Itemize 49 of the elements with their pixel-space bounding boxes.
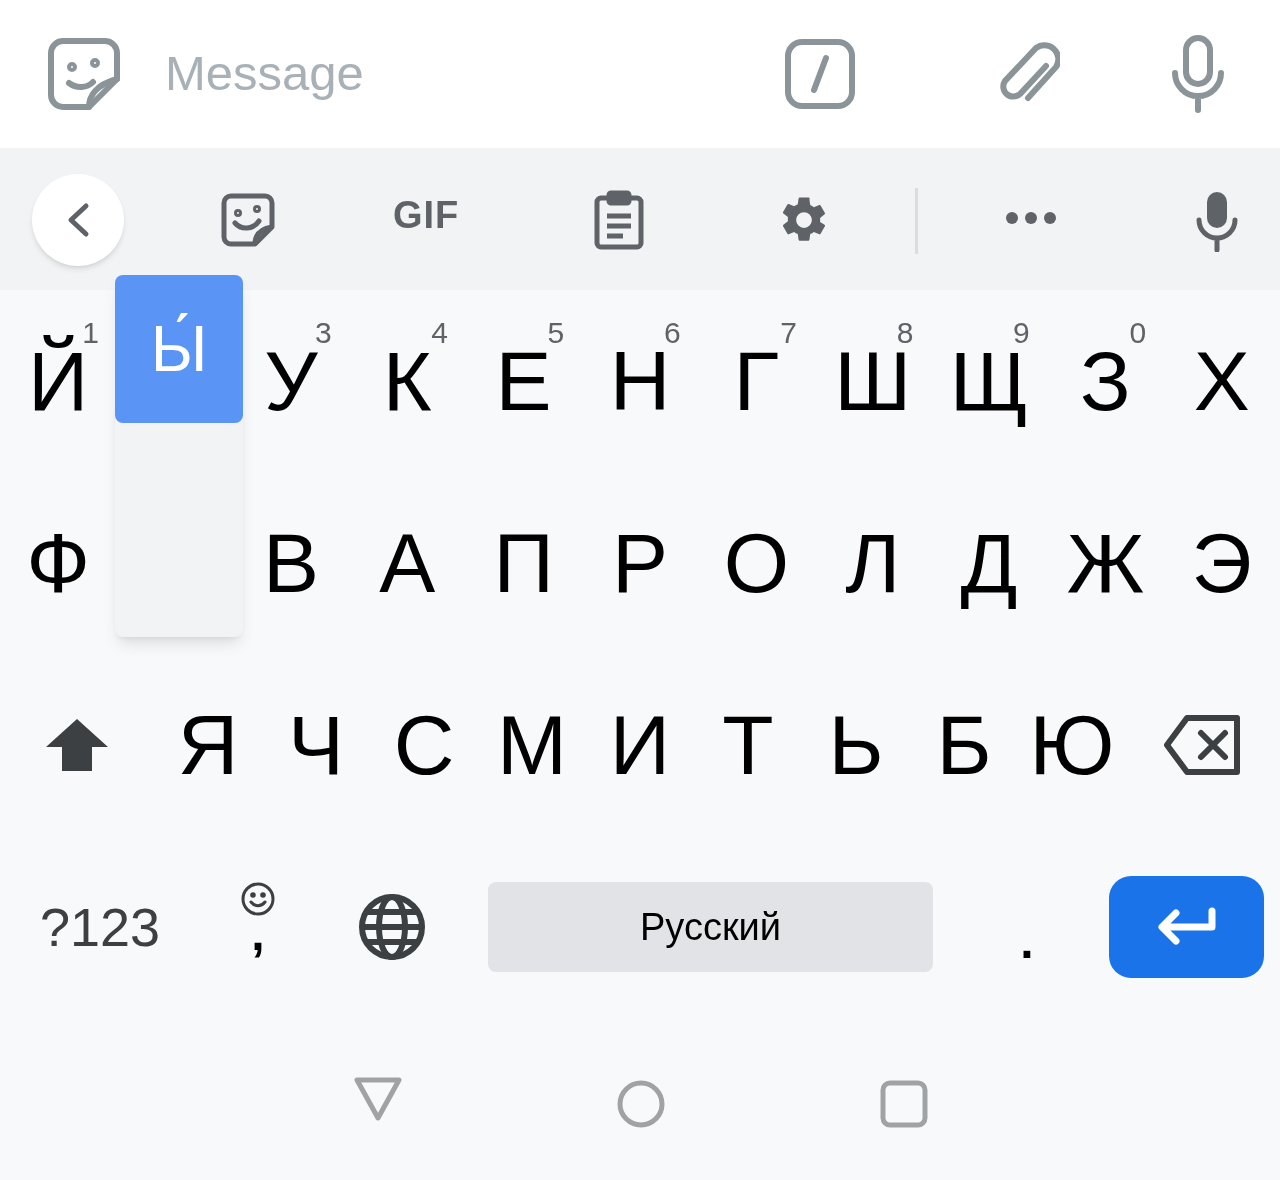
letter-key[interactable]: Ф: [0, 472, 117, 654]
letter-key[interactable]: Ь: [802, 654, 910, 836]
letter-key[interactable]: Д: [930, 472, 1048, 654]
microphone-icon[interactable]: [1170, 35, 1226, 113]
symbols-key[interactable]: ?123: [38, 900, 162, 954]
letter-key[interactable]: Ч: [262, 654, 370, 836]
enter-key[interactable]: [1109, 876, 1264, 978]
letter-key[interactable]: Ю: [1018, 654, 1126, 836]
key-hint: 7: [780, 318, 797, 348]
gif-button[interactable]: GIF: [393, 196, 460, 234]
key-hint: 6: [663, 318, 681, 348]
letter-key[interactable]: В: [232, 472, 350, 654]
letter-key[interactable]: Э: [1163, 472, 1280, 654]
backspace-icon: [1163, 714, 1243, 776]
sticker-icon[interactable]: [47, 37, 121, 111]
slash-command-icon[interactable]: [784, 38, 856, 110]
key-hint: 5: [547, 318, 565, 348]
letter-key[interactable]: А: [349, 472, 466, 654]
letter-key[interactable]: Т: [694, 654, 802, 836]
enter-arrow-icon: [1155, 907, 1218, 947]
letter-key[interactable]: Я: [154, 654, 262, 836]
key-hint: 9: [1013, 318, 1030, 348]
space-bar[interactable]: Русский: [488, 882, 933, 972]
letter-key[interactable]: Л: [814, 472, 931, 654]
clipboard-icon[interactable]: [594, 190, 644, 250]
more-icon[interactable]: [1005, 211, 1057, 225]
key-hint: 0: [1129, 318, 1147, 348]
microphone-icon[interactable]: [1195, 190, 1239, 252]
letter-key[interactable]: Р: [581, 472, 699, 654]
period-key[interactable]: .: [995, 882, 1059, 972]
letter-key[interactable]: Х: [1163, 290, 1280, 472]
language-key[interactable]: [358, 893, 426, 961]
letter-key[interactable]: П: [465, 472, 582, 654]
globe-icon: [358, 893, 426, 961]
key-hint: 3: [314, 318, 332, 348]
letter-key[interactable]: С: [370, 654, 478, 836]
key-hint: 1: [82, 318, 99, 348]
key-hint: 4: [431, 318, 448, 348]
letter-key[interactable]: Ж: [1047, 472, 1164, 654]
smiley-icon: [241, 882, 275, 916]
chevron-left-icon: [66, 202, 90, 238]
comma-key[interactable]: ,: [234, 882, 282, 972]
letter-key[interactable]: И: [586, 654, 694, 836]
key-hint: 8: [896, 318, 914, 348]
letter-key[interactable]: М: [478, 654, 586, 836]
letter-key[interactable]: О: [698, 472, 815, 654]
letter-key[interactable]: Б: [910, 654, 1018, 836]
shift-arrow-icon: [44, 717, 110, 773]
sticker-icon[interactable]: [221, 193, 275, 247]
